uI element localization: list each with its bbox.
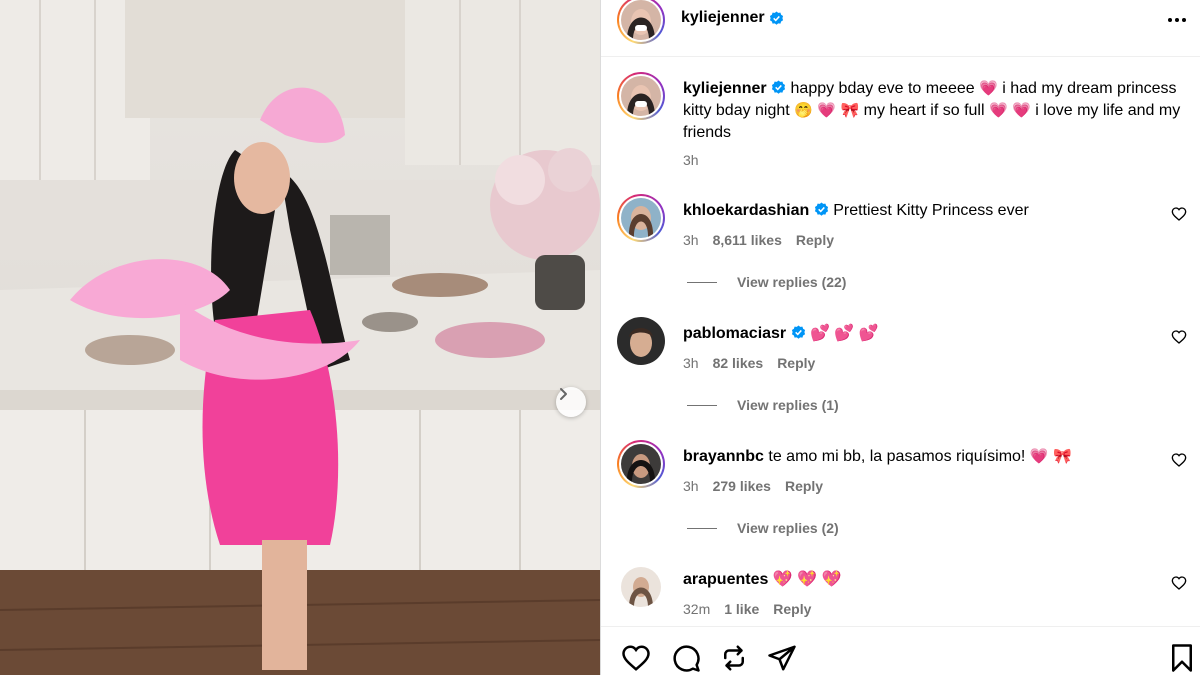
comment-likes[interactable]: 8,611 likes: [713, 232, 782, 248]
view-replies-label[interactable]: View replies (1): [737, 397, 839, 413]
reply-button[interactable]: Reply: [796, 232, 834, 248]
ribbon-emoji: 🎀: [840, 102, 860, 119]
comment-body: arapuentes 💖 💖 💖: [683, 569, 1163, 591]
post-header: kyliejenner: [601, 0, 1200, 44]
comment-username[interactable]: arapuentes: [683, 571, 768, 588]
replies-dash: [687, 527, 717, 529]
heart-icon[interactable]: [1171, 329, 1187, 345]
author-avatar[interactable]: [617, 0, 665, 44]
comment-meta: 3h 8,611 likes Reply: [683, 232, 834, 248]
post-details-panel: kyliejenner kyliejenner happy bday eve t…: [600, 0, 1200, 675]
commenter-avatar[interactable]: [617, 440, 665, 488]
pink-heart-emoji: 💗: [817, 102, 837, 119]
commenter-avatar[interactable]: [617, 317, 665, 365]
view-replies-button[interactable]: View replies (1): [687, 397, 839, 413]
comment-time: 32m: [683, 601, 711, 617]
verified-badge-icon: [772, 80, 786, 94]
commenter-avatar[interactable]: [621, 567, 661, 607]
next-photo-button[interactable]: [556, 387, 586, 417]
comment-time: 3h: [683, 355, 699, 371]
caption-time: 3h: [683, 152, 699, 168]
pink-heart-emoji: 💗: [979, 80, 998, 97]
heart-icon[interactable]: [1171, 206, 1187, 222]
bookmark-icon[interactable]: [1167, 643, 1197, 673]
avatar-image: [621, 76, 661, 116]
heart-icon[interactable]: [621, 643, 651, 673]
replies-dash: [687, 281, 717, 283]
caption-username[interactable]: kyliejenner: [683, 80, 767, 97]
caption-part-1: happy bday eve to meeee: [790, 80, 975, 97]
pink-heart-emoji: 💗: [989, 102, 1008, 119]
comment-meta: 3h 82 likes Reply: [683, 355, 815, 371]
more-options-icon[interactable]: [1165, 10, 1189, 30]
author-username-text[interactable]: kyliejenner: [681, 9, 765, 27]
comment-meta: 3h 279 likes Reply: [683, 478, 823, 494]
reply-button[interactable]: Reply: [777, 355, 815, 371]
comment-text: 💖 💖 💖: [772, 571, 842, 588]
heart-icon[interactable]: [1171, 575, 1187, 591]
comment-likes[interactable]: 82 likes: [713, 355, 764, 371]
comment-item: pablomaciasr 💕 💕 💕 3h 82 likes Reply Vie…: [617, 317, 1187, 427]
verified-badge-icon: [769, 10, 783, 25]
comment-username[interactable]: pablomaciasr: [683, 325, 786, 342]
comment-time: 3h: [683, 478, 699, 494]
repost-icon[interactable]: [719, 643, 749, 673]
post-action-bar: [601, 626, 1200, 675]
view-replies-label[interactable]: View replies (2): [737, 520, 839, 536]
photo-illustration: [0, 0, 600, 675]
avatar-image: [621, 0, 661, 40]
comment-icon[interactable]: [671, 643, 701, 673]
comment-body: brayannbc te amo mi bb, la pasamos riquí…: [683, 446, 1163, 468]
comment-username[interactable]: khloekardashian: [683, 202, 809, 219]
avatar-image: [617, 317, 665, 365]
reply-button[interactable]: Reply: [785, 478, 823, 494]
comment-likes[interactable]: 279 likes: [713, 478, 771, 494]
comment-body: khloekardashian Prettiest Kitty Princess…: [683, 200, 1163, 222]
comment-meta: 32m 1 like Reply: [683, 601, 811, 617]
comment-item: arapuentes 💖 💖 💖 32m 1 like Reply: [617, 563, 1187, 623]
caption-text: kyliejenner happy bday eve to meeee 💗 i …: [683, 78, 1183, 144]
ribbon-emoji: 🎀: [1052, 448, 1072, 465]
pink-heart-emoji: 💗: [1012, 102, 1031, 119]
author-username[interactable]: kyliejenner: [681, 9, 784, 27]
comment-text: 💕 💕 💕: [810, 325, 879, 342]
comment-text: Prettiest Kitty Princess ever: [833, 202, 1029, 219]
avatar-image: [621, 444, 661, 484]
comment-username[interactable]: brayannbc: [683, 448, 764, 465]
comment-item: brayannbc te amo mi bb, la pasamos riquí…: [617, 440, 1187, 550]
view-replies-button[interactable]: View replies (2): [687, 520, 839, 536]
comment-text: te amo mi bb, la pasamos riquísimo!: [768, 448, 1026, 465]
verified-badge-icon: [791, 325, 805, 339]
comment-likes[interactable]: 1 like: [724, 601, 759, 617]
caption-author-avatar[interactable]: [617, 72, 665, 120]
send-icon[interactable]: [767, 643, 797, 673]
view-replies-label[interactable]: View replies (22): [737, 274, 846, 290]
reply-button[interactable]: Reply: [773, 601, 811, 617]
comment-item: khloekardashian Prettiest Kitty Princess…: [617, 194, 1187, 304]
avatar-image: [621, 198, 661, 238]
replies-dash: [687, 404, 717, 406]
view-replies-button[interactable]: View replies (22): [687, 274, 846, 290]
heart-icon[interactable]: [1171, 452, 1187, 468]
chevron-right-icon: [560, 388, 567, 400]
avatar-image: [621, 567, 661, 607]
header-divider: [601, 56, 1200, 57]
pink-heart-emoji: 💗: [1029, 448, 1049, 465]
verified-badge-icon: [814, 202, 828, 216]
commenter-avatar[interactable]: [617, 194, 665, 242]
post-photo: [0, 0, 600, 675]
comment-body: pablomaciasr 💕 💕 💕: [683, 323, 1163, 345]
caption-part-3: my heart if so full: [863, 102, 985, 119]
comment-time: 3h: [683, 232, 699, 248]
shy-face-emoji: 🤭: [794, 102, 813, 119]
